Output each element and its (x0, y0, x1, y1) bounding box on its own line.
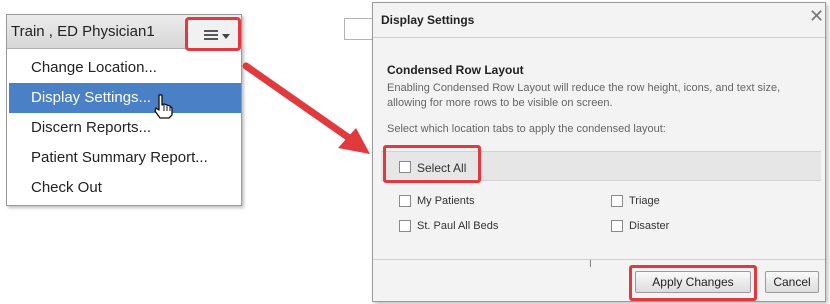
title-divider (373, 37, 825, 38)
display-settings-dialog: Display Settings ✕ Condensed Row Layout … (372, 2, 826, 302)
chevron-down-icon (222, 34, 230, 39)
menu-item-check-out[interactable]: Check Out (9, 173, 241, 203)
menu-item-label: Check Out (31, 179, 102, 196)
cancel-button[interactable]: Cancel (765, 271, 819, 293)
option-label-my-patients: My Patients (417, 195, 475, 207)
menu-item-change-location[interactable]: Change Location... (9, 53, 241, 83)
section-instruction: Select which location tabs to apply the … (387, 123, 666, 135)
checkbox-my-patients[interactable] (399, 195, 411, 207)
close-icon[interactable]: ✕ (809, 7, 824, 25)
menu-item-label: Change Location... (31, 59, 157, 76)
user-dropdown-menu: Change Location... Display Settings... D… (9, 53, 241, 203)
user-menu-panel: Train , ED Physician1 Change Location...… (6, 14, 242, 206)
text-cursor-icon: I (589, 259, 592, 270)
apply-changes-button[interactable]: Apply Changes (635, 271, 751, 293)
hamburger-menu-icon (204, 30, 218, 40)
footer-divider (373, 259, 825, 260)
menu-item-discern-reports[interactable]: Discern Reports... (9, 113, 241, 143)
menu-button[interactable] (185, 17, 241, 51)
menu-item-display-settings[interactable]: Display Settings... (9, 83, 241, 119)
menu-item-label: Display Settings... (31, 89, 152, 106)
section-description: Enabling Condensed Row Layout will reduc… (387, 82, 781, 109)
menu-item-patient-summary-report[interactable]: Patient Summary Report... (9, 143, 241, 173)
dialog-title: Display Settings (381, 13, 475, 27)
checkbox-disaster[interactable] (611, 220, 623, 232)
checkbox-triage[interactable] (611, 195, 623, 207)
user-name: Train , ED Physician1 (11, 23, 155, 40)
option-label-triage: Triage (629, 195, 660, 207)
checkbox-st-paul-all-beds[interactable] (399, 220, 411, 232)
menu-item-label: Discern Reports... (31, 119, 152, 136)
menu-item-label: Patient Summary Report... (31, 149, 208, 166)
option-label-disaster: Disaster (629, 220, 670, 232)
select-all-highlight (383, 145, 481, 183)
option-label-st-paul-all-beds: St. Paul All Beds (417, 220, 499, 232)
section-title: Condensed Row Layout (387, 63, 524, 77)
